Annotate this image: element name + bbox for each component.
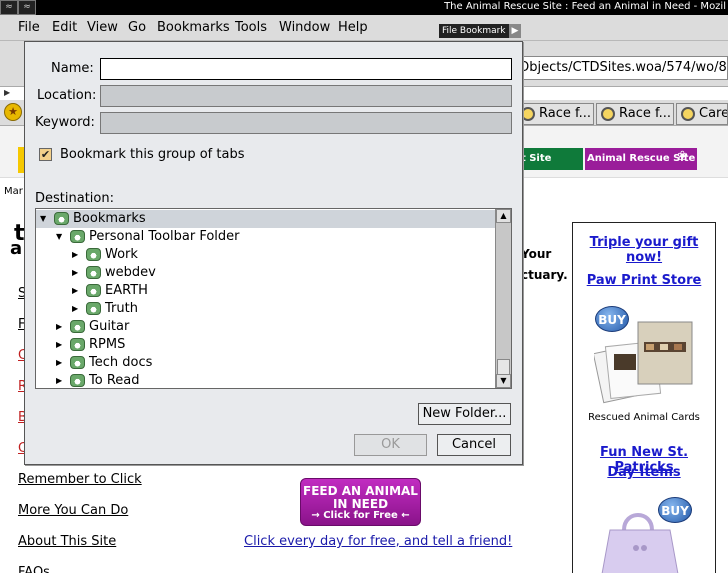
more-you-can-do-link[interactable]: More You Can Do <box>18 503 128 518</box>
twisty-closed-icon[interactable]: ▶ <box>56 354 62 372</box>
twisty-open-icon[interactable]: ▼ <box>56 228 62 246</box>
remember-to-click-link[interactable]: Remember to Click <box>18 472 142 487</box>
url-field[interactable]: Objects/CTDSites.woa/574/wo/8N2 <box>515 56 728 80</box>
name-label: Name: <box>51 61 94 76</box>
triple-gift-link[interactable]: Triple your gift now! <box>572 235 716 265</box>
menu-edit[interactable]: Edit <box>52 20 77 35</box>
site-favicon-icon <box>681 107 695 121</box>
twisty-open-icon[interactable]: ▼ <box>40 210 46 228</box>
menu-tools[interactable]: Tools <box>235 20 267 35</box>
folder-icon <box>54 212 69 225</box>
bookmark-group-label[interactable]: Bookmark this group of tabs <box>60 147 244 162</box>
click-every-day-link[interactable]: Click every day for free, and tell a fri… <box>244 534 512 549</box>
twisty-closed-icon[interactable]: ▶ <box>72 282 78 300</box>
folder-icon <box>70 320 85 333</box>
feed-button-line1: FEED AN ANIMAL <box>303 484 418 498</box>
menu-view[interactable]: View <box>87 20 118 35</box>
site-favicon-icon <box>521 107 535 121</box>
feed-button-line3: → Click for Free ← <box>311 510 410 521</box>
destination-folder-tree[interactable]: ▼ Bookmarks ▼ Personal Toolbar Folder ▶ … <box>35 208 512 389</box>
tab-label: CareA... <box>699 106 728 121</box>
tree-item-label: Personal Toolbar Folder <box>89 229 240 244</box>
tab-race-2[interactable]: Race f... <box>596 103 674 125</box>
rescued-cards-caption: Rescued Animal Cards <box>588 412 700 423</box>
rescued-cards-image[interactable] <box>594 318 694 404</box>
tab-label: Race f... <box>539 106 592 121</box>
menu-file[interactable]: File <box>18 20 40 35</box>
tree-item-label: Guitar <box>89 319 130 334</box>
window-manager-buttons: ≈ ≈ <box>0 0 36 15</box>
tab-race-1[interactable]: Race f... <box>516 103 594 125</box>
location-input[interactable] <box>100 85 512 107</box>
page-text-fragment: ctuary. <box>521 268 568 282</box>
folder-icon <box>70 230 85 243</box>
bookmark-star-icon[interactable]: ★ <box>4 103 22 121</box>
paw-icon: ❀ <box>677 149 688 164</box>
keyword-label: Keyword: <box>35 115 95 130</box>
tree-item-label: Work <box>105 247 138 262</box>
folder-icon <box>70 338 85 351</box>
feed-button-line2: IN NEED <box>332 497 389 511</box>
tree-item-label: RPMS <box>89 337 126 352</box>
tote-bag-image[interactable] <box>596 508 690 573</box>
menu-go[interactable]: Go <box>128 20 146 35</box>
page-fragment-text: Mar <box>4 186 23 197</box>
folder-icon <box>86 302 101 315</box>
new-folder-button[interactable]: New Folder... <box>418 403 511 425</box>
site-favicon-icon <box>601 107 615 121</box>
menu-bar: File Edit View Go Bookmarks Tools Window… <box>0 15 728 41</box>
tree-item-bookmarks[interactable]: ▼ Bookmarks <box>36 210 496 228</box>
faqs-link[interactable]: FAQs <box>18 565 50 573</box>
window-titlebar: ≈ ≈ The Animal Rescue Site : Feed an Ani… <box>0 0 728 15</box>
scroll-up-icon[interactable]: ▲ <box>496 209 511 223</box>
scroll-down-icon[interactable]: ▼ <box>496 374 511 388</box>
folder-icon <box>86 284 101 297</box>
tree-item-label: To Read <box>89 373 140 388</box>
window-shade-icon[interactable]: ≈ <box>18 0 36 15</box>
tree-scrollbar[interactable]: ▲ ▼ <box>495 209 511 388</box>
twisty-closed-icon[interactable]: ▶ <box>56 336 62 354</box>
page-text-fragment: Your <box>521 247 552 261</box>
twisty-closed-icon[interactable]: ▶ <box>72 246 78 264</box>
tab-label: Race f... <box>619 106 672 121</box>
menu-bookmarks[interactable]: Bookmarks <box>157 20 230 35</box>
folder-icon <box>86 266 101 279</box>
twisty-closed-icon[interactable]: ▶ <box>72 300 78 318</box>
feed-an-animal-button[interactable]: FEED AN ANIMAL IN NEED → Click for Free … <box>300 478 421 526</box>
location-label: Location: <box>37 88 97 103</box>
window-menu-icon[interactable]: ≈ <box>0 0 18 15</box>
folder-icon <box>70 356 85 369</box>
taskbar-arrow-icon[interactable]: ▶ <box>509 24 521 38</box>
folder-icon <box>70 374 85 387</box>
twisty-closed-icon[interactable]: ▶ <box>56 318 62 336</box>
tree-item-label: Truth <box>105 301 138 316</box>
scroll-thumb[interactable] <box>497 359 510 375</box>
twisty-closed-icon[interactable]: ▶ <box>56 372 62 388</box>
keyword-input[interactable] <box>100 112 512 134</box>
bookmark-group-checkbox[interactable]: ✔ <box>39 148 52 161</box>
tree-item-label: EARTH <box>105 283 148 298</box>
paw-print-store-link[interactable]: Paw Print Store <box>572 273 716 288</box>
tree-item-label: Bookmarks <box>73 211 146 226</box>
tree-item-label: webdev <box>105 265 156 280</box>
folder-icon <box>86 248 101 261</box>
toolbar-expand-icon[interactable]: ▶ <box>4 88 10 97</box>
tree-item-label: Tech docs <box>89 355 153 370</box>
window-title: The Animal Rescue Site : Feed an Animal … <box>444 1 726 12</box>
page-heading-fragment-2: a <box>10 238 23 259</box>
fun-new-items-link-2[interactable]: Day Items <box>572 465 716 480</box>
ok-button[interactable]: OK <box>354 434 427 456</box>
menu-help[interactable]: Help <box>338 20 368 35</box>
twisty-closed-icon[interactable]: ▶ <box>72 264 78 282</box>
tab-care[interactable]: CareA... <box>676 103 728 125</box>
cancel-button[interactable]: Cancel <box>437 434 511 456</box>
about-this-site-link[interactable]: About This Site <box>18 534 116 549</box>
menu-window[interactable]: Window <box>279 20 330 35</box>
name-input[interactable] <box>100 58 512 80</box>
destination-label: Destination: <box>35 191 114 206</box>
